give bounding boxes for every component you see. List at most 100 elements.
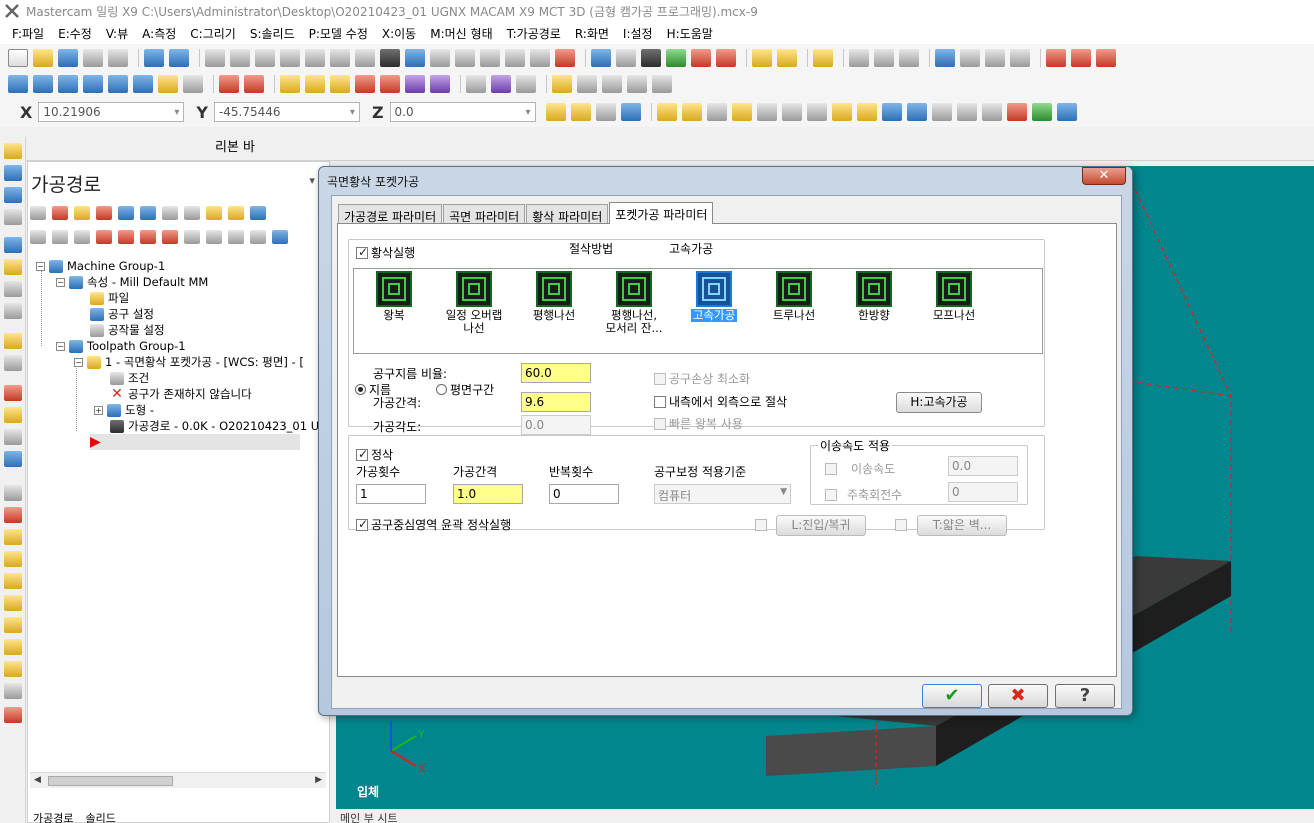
- undo-icon[interactable]: [144, 49, 164, 67]
- highfeed-icon[interactable]: [206, 206, 222, 220]
- layout-icon[interactable]: [1010, 49, 1030, 67]
- iso-view-icon[interactable]: [530, 49, 550, 67]
- menu-settings[interactable]: I:설정: [623, 25, 653, 42]
- toggle-post-icon[interactable]: [74, 230, 90, 244]
- scroll-arrow-icon[interactable]: [162, 230, 178, 244]
- vertical-dim-icon[interactable]: [627, 75, 647, 93]
- passes-input[interactable]: 1: [356, 484, 426, 504]
- translucency-icon[interactable]: [691, 49, 711, 67]
- finish-checkbox[interactable]: [356, 447, 368, 461]
- method-parallel-spiral-clean-corners[interactable]: 평행나선, 모서리 잔...: [594, 271, 674, 335]
- hidden-line-icon[interactable]: [716, 49, 736, 67]
- min-tool-burial[interactable]: 공구손상 최소화: [654, 370, 750, 387]
- tree-machine-group[interactable]: − Machine Group-1: [36, 258, 165, 274]
- cancel-button[interactable]: ✖: [988, 684, 1048, 708]
- fast-point-icon[interactable]: [570, 103, 591, 121]
- globe-icon[interactable]: [591, 49, 611, 67]
- strip-tool-21-icon[interactable]: [4, 617, 22, 633]
- circle-icon[interactable]: [58, 75, 78, 93]
- move-down-icon[interactable]: [96, 230, 112, 244]
- zoom-selected-icon[interactable]: [305, 49, 325, 67]
- thin-wall-button[interactable]: T:얇은 벽...: [917, 515, 1007, 536]
- settings-gear-icon[interactable]: [935, 49, 955, 67]
- ok-select-icon[interactable]: [1031, 103, 1052, 121]
- angle-input[interactable]: 0.0: [521, 415, 591, 435]
- open-file-icon[interactable]: [33, 49, 53, 67]
- zoom-out-icon[interactable]: [355, 49, 375, 67]
- strip-tool-12-icon[interactable]: [4, 407, 22, 423]
- high-speed-button[interactable]: H:고속가공: [896, 392, 982, 413]
- menu-edit[interactable]: E:수정: [58, 25, 92, 42]
- tree-properties[interactable]: − 속성 - Mill Default MM: [56, 274, 208, 290]
- stepover-ratio-input[interactable]: 60.0: [521, 363, 591, 383]
- strip-tool-17-icon[interactable]: [4, 529, 22, 545]
- verify-ops-icon[interactable]: [140, 206, 156, 220]
- strip-tool-9-icon[interactable]: [4, 333, 22, 349]
- save-icon[interactable]: [58, 49, 78, 67]
- xform-scale-icon[interactable]: [355, 75, 375, 93]
- lead-in-out-button[interactable]: L:진입/복귀: [776, 515, 866, 536]
- tree-parameters[interactable]: 조건: [110, 370, 149, 386]
- fast-zigzag-checkbox[interactable]: [654, 417, 666, 430]
- spindle-speed-checkbox[interactable]: [825, 488, 837, 501]
- regen-ops-icon[interactable]: [74, 206, 90, 220]
- lead-in-out-checkbox[interactable]: [755, 519, 767, 531]
- strip-tool-22-icon[interactable]: [4, 639, 22, 655]
- analyze-icon[interactable]: [849, 49, 869, 67]
- new-file-icon[interactable]: [8, 49, 28, 67]
- strip-tool-13-icon[interactable]: [4, 429, 22, 445]
- solid-body-icon[interactable]: [831, 103, 852, 121]
- contour-finish[interactable]: 공구중심영역 윤곽 정삭실행: [356, 516, 511, 533]
- feed-rate-checkbox[interactable]: [825, 462, 837, 475]
- zoom-window-icon[interactable]: [280, 49, 300, 67]
- collapse-icon[interactable]: −: [74, 357, 83, 367]
- help-button[interactable]: ?: [1055, 684, 1115, 708]
- backplot-ops-icon[interactable]: [118, 206, 134, 220]
- menu-create[interactable]: C:그리기: [190, 25, 236, 42]
- method-constant-overlap-spiral[interactable]: 일정 오버랩 나선: [434, 271, 514, 335]
- select-solid-icon[interactable]: [806, 103, 827, 121]
- comp-type-select[interactable]: 컴퓨터 ▼: [654, 484, 791, 504]
- cancel-select-icon[interactable]: [1006, 103, 1027, 121]
- menu-analyze[interactable]: A:측정: [142, 25, 176, 42]
- backplot-icon[interactable]: [1071, 49, 1091, 67]
- inside-out[interactable]: 내측에서 외측으로 절삭: [654, 393, 787, 410]
- spindle-speed[interactable]: 주축회전수: [825, 486, 902, 503]
- surface-icon[interactable]: [183, 75, 203, 93]
- simulate-ops-icon[interactable]: [162, 206, 178, 220]
- dimension-icon[interactable]: [466, 75, 486, 93]
- help-select-icon[interactable]: [1056, 103, 1077, 121]
- line-icon[interactable]: [33, 75, 53, 93]
- shaded-icon[interactable]: [666, 49, 686, 67]
- ok-button[interactable]: ✔: [922, 684, 982, 708]
- post-icon[interactable]: [1046, 49, 1066, 67]
- expand-icon[interactable]: +: [94, 405, 103, 415]
- fillet-icon[interactable]: [108, 75, 128, 93]
- insert-arrow-icon[interactable]: [140, 230, 156, 244]
- tree-toolpath[interactable]: 가공경로 - 0.0K - O20210423_01 UGNX: [110, 418, 345, 434]
- solid-face-icon[interactable]: [856, 103, 877, 121]
- levels-icon[interactable]: [516, 75, 536, 93]
- collapse-icon[interactable]: [206, 230, 222, 244]
- toggle-display-icon[interactable]: [52, 230, 68, 244]
- x-coord-input[interactable]: 10.21906: [38, 102, 185, 122]
- fit-icon[interactable]: [205, 49, 225, 67]
- horizontal-dim-icon[interactable]: [602, 75, 622, 93]
- repaint-icon[interactable]: [230, 49, 250, 67]
- deselect-ops-icon[interactable]: [52, 206, 68, 220]
- xform-translate-icon[interactable]: [280, 75, 300, 93]
- grid-snap-icon[interactable]: [491, 75, 511, 93]
- collapse-icon[interactable]: −: [56, 341, 65, 351]
- tree-stock-setup[interactable]: 공작물 설정: [90, 322, 165, 338]
- tab-toolpaths[interactable]: 가공경로: [27, 810, 79, 823]
- tree-toolpath-group[interactable]: − Toolpath Group-1: [56, 338, 186, 354]
- pattern-icon[interactable]: [652, 75, 672, 93]
- strip-tool-5-icon[interactable]: [4, 237, 22, 253]
- spring-passes-input[interactable]: 0: [549, 484, 619, 504]
- strip-tool-11-icon[interactable]: [4, 385, 22, 401]
- select-window-icon[interactable]: [681, 103, 702, 121]
- solid-edge-icon[interactable]: [881, 103, 902, 121]
- solid-icon[interactable]: [430, 75, 450, 93]
- strip-tool-2-icon[interactable]: [4, 165, 22, 181]
- verify-icon[interactable]: [1096, 49, 1116, 67]
